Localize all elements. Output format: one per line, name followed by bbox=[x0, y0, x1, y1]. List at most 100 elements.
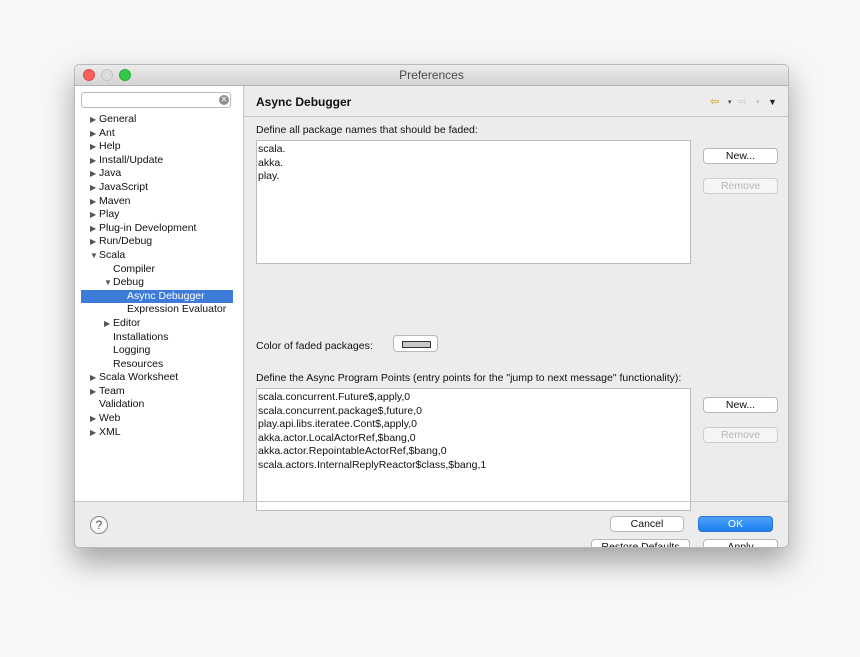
forward-history-dropdown-icon[interactable]: ▾ bbox=[756, 98, 760, 106]
title-bar: Preferences bbox=[75, 65, 788, 86]
collapsed-arrow-icon[interactable]: ▶ bbox=[90, 412, 99, 426]
sidebar-item-logging[interactable]: Logging bbox=[75, 344, 243, 358]
sidebar-item-label: Installations bbox=[113, 330, 169, 343]
list-item[interactable]: scala. bbox=[258, 143, 689, 157]
collapsed-arrow-icon[interactable]: ▶ bbox=[90, 222, 99, 236]
collapsed-arrow-icon[interactable]: ▶ bbox=[90, 181, 99, 195]
sidebar-item-label: Java bbox=[99, 167, 122, 180]
sidebar-item-validation[interactable]: Validation bbox=[75, 398, 243, 412]
sidebar-item-label: Team bbox=[99, 384, 125, 397]
preference-tree: ▶ General ▶ Ant ▶ Help ▶ Install/Update ▶ Java ▶ Ja… bbox=[75, 113, 243, 439]
faded-packages-label: Define all package names that should be … bbox=[256, 124, 478, 136]
list-item[interactable]: akka. bbox=[258, 157, 689, 171]
sidebar-item-label: Editor bbox=[113, 316, 141, 329]
list-item[interactable]: scala.concurrent.Future$,apply,0 bbox=[258, 391, 689, 405]
footer-divider bbox=[75, 501, 788, 502]
sidebar-item-plug-in-development[interactable]: ▶ Plug-in Development bbox=[75, 222, 243, 236]
sidebar-item-ant[interactable]: ▶ Ant bbox=[75, 127, 243, 141]
sidebar-item-general[interactable]: ▶ General bbox=[75, 113, 243, 127]
sidebar-item-label: Logging bbox=[113, 344, 151, 357]
preferences-sidebar: ✕ ▶ General ▶ Ant ▶ Help ▶ Install/Update ▶ Java ▶… bbox=[75, 86, 244, 501]
remove-package-button[interactable]: Remove bbox=[703, 178, 778, 194]
sidebar-item-async-debugger[interactable]: Async Debugger bbox=[81, 289, 233, 304]
expanded-arrow-icon[interactable]: ▼ bbox=[90, 249, 99, 263]
expanded-arrow-icon[interactable]: ▼ bbox=[104, 276, 113, 290]
collapsed-arrow-icon[interactable]: ▶ bbox=[90, 385, 99, 399]
sidebar-item-label: Run/Debug bbox=[99, 235, 153, 248]
sidebar-item-label: Install/Update bbox=[99, 153, 164, 166]
sidebar-item-label: Web bbox=[99, 412, 121, 425]
collapsed-arrow-icon[interactable]: ▶ bbox=[90, 195, 99, 209]
sidebar-item-label: General bbox=[99, 113, 137, 125]
list-item[interactable]: play.api.libs.iteratee.Cont$,apply,0 bbox=[258, 418, 689, 432]
sidebar-item-label: Help bbox=[99, 140, 121, 153]
sidebar-item-installations[interactable]: Installations bbox=[75, 331, 243, 345]
faded-packages-list[interactable]: scala. akka. play. bbox=[256, 140, 691, 264]
filter-input[interactable] bbox=[81, 92, 231, 108]
sidebar-item-editor[interactable]: ▶ Editor bbox=[75, 317, 243, 331]
sidebar-item-java[interactable]: ▶ Java bbox=[75, 167, 243, 181]
sidebar-item-label: Ant bbox=[99, 126, 115, 139]
sidebar-item-maven[interactable]: ▶ Maven bbox=[75, 195, 243, 209]
sidebar-item-play[interactable]: ▶ Play bbox=[75, 208, 243, 222]
sidebar-item-label: Scala bbox=[99, 248, 126, 261]
list-item[interactable]: play. bbox=[258, 170, 689, 184]
new-program-point-button[interactable]: New... bbox=[703, 397, 778, 413]
sidebar-item-run-debug[interactable]: ▶ Run/Debug bbox=[75, 235, 243, 249]
apply-button[interactable]: Apply bbox=[703, 539, 778, 547]
clear-filter-icon[interactable]: ✕ bbox=[219, 95, 229, 105]
collapsed-arrow-icon[interactable]: ▶ bbox=[90, 208, 99, 222]
remove-program-point-button[interactable]: Remove bbox=[703, 427, 778, 443]
sidebar-item-scala[interactable]: ▼Scala bbox=[75, 249, 243, 263]
list-item[interactable]: akka.actor.LocalActorRef,$bang,0 bbox=[258, 432, 689, 446]
sidebar-item-expression-evaluator[interactable]: Expression Evaluator bbox=[75, 303, 243, 317]
sidebar-item-label: JavaScript bbox=[99, 180, 149, 193]
window-title: Preferences bbox=[399, 68, 464, 82]
sidebar-item-help[interactable]: ▶ Help bbox=[75, 140, 243, 154]
restore-defaults-button[interactable]: Restore Defaults bbox=[591, 539, 690, 547]
sidebar-item-label: Validation bbox=[99, 398, 145, 411]
back-history-dropdown-icon[interactable]: ▾ bbox=[728, 98, 732, 106]
sidebar-item-compiler[interactable]: Compiler bbox=[75, 263, 243, 277]
faded-color-button[interactable] bbox=[393, 335, 438, 352]
collapsed-arrow-icon[interactable]: ▶ bbox=[104, 317, 113, 331]
forward-arrow-icon[interactable]: ⇨ bbox=[738, 95, 747, 108]
list-item[interactable]: scala.actors.InternalReplyReactor$class,… bbox=[258, 459, 689, 473]
collapsed-arrow-icon[interactable]: ▶ bbox=[90, 371, 99, 385]
collapsed-arrow-icon[interactable]: ▶ bbox=[90, 140, 99, 154]
collapsed-arrow-icon[interactable]: ▶ bbox=[90, 113, 99, 127]
sidebar-item-javascript[interactable]: ▶ JavaScript bbox=[75, 181, 243, 195]
sidebar-item-install-update[interactable]: ▶ Install/Update bbox=[75, 154, 243, 168]
sidebar-item-resources[interactable]: Resources bbox=[75, 358, 243, 372]
faded-color-label: Color of faded packages: bbox=[256, 340, 373, 352]
collapsed-arrow-icon[interactable]: ▶ bbox=[90, 235, 99, 249]
sidebar-item-label: Maven bbox=[99, 194, 131, 207]
program-points-label: Define the Async Program Points (entry p… bbox=[256, 372, 682, 384]
sidebar-item-label: Expression Evaluator bbox=[127, 303, 227, 316]
sidebar-item-xml[interactable]: ▶ XML bbox=[75, 426, 243, 440]
page-title: Async Debugger bbox=[256, 95, 352, 109]
program-points-list[interactable]: scala.concurrent.Future$,apply,0 scala.c… bbox=[256, 388, 691, 511]
sidebar-item-web[interactable]: ▶ Web bbox=[75, 412, 243, 426]
view-menu-icon[interactable]: ▼ bbox=[768, 97, 777, 107]
header-divider bbox=[244, 116, 788, 117]
list-item[interactable]: scala.concurrent.package$,future,0 bbox=[258, 405, 689, 419]
sidebar-item-label: Play bbox=[99, 208, 120, 221]
sidebar-item-label: Debug bbox=[113, 276, 144, 289]
collapsed-arrow-icon[interactable]: ▶ bbox=[90, 426, 99, 440]
preference-page: Async Debugger ⇦ ▾ ⇨ ▾ ▼ Define all pack… bbox=[244, 86, 788, 547]
help-icon[interactable]: ? bbox=[90, 516, 108, 534]
new-package-button[interactable]: New... bbox=[703, 148, 778, 164]
cancel-button[interactable]: Cancel bbox=[610, 516, 684, 532]
back-arrow-icon[interactable]: ⇦ bbox=[710, 95, 719, 108]
list-item[interactable]: akka.actor.RepointableActorRef,$bang,0 bbox=[258, 445, 689, 459]
collapsed-arrow-icon[interactable]: ▶ bbox=[90, 154, 99, 168]
sidebar-item-debug[interactable]: ▼Debug bbox=[75, 276, 243, 290]
sidebar-item-label: Async Debugger bbox=[127, 289, 205, 302]
sidebar-item-label: Scala Worksheet bbox=[99, 371, 179, 384]
ok-button[interactable]: OK bbox=[698, 516, 773, 532]
sidebar-item-scala-worksheet[interactable]: ▶ Scala Worksheet bbox=[75, 371, 243, 385]
sidebar-item-team[interactable]: ▶ Team bbox=[75, 385, 243, 399]
collapsed-arrow-icon[interactable]: ▶ bbox=[90, 167, 99, 181]
collapsed-arrow-icon[interactable]: ▶ bbox=[90, 127, 99, 141]
